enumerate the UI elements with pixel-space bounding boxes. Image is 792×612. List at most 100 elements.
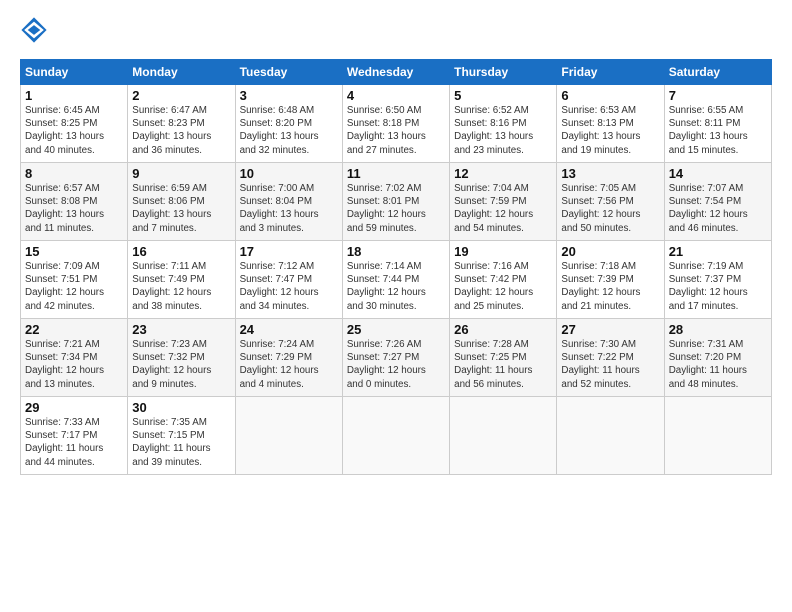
calendar-cell: 22Sunrise: 7:21 AM Sunset: 7:34 PM Dayli… [21, 319, 128, 397]
calendar-table: SundayMondayTuesdayWednesdayThursdayFrid… [20, 59, 772, 475]
day-number: 18 [347, 244, 445, 259]
day-number: 16 [132, 244, 230, 259]
day-number: 11 [347, 166, 445, 181]
day-number: 2 [132, 88, 230, 103]
calendar-cell: 19Sunrise: 7:16 AM Sunset: 7:42 PM Dayli… [450, 241, 557, 319]
calendar-cell [450, 397, 557, 475]
day-info: Sunrise: 7:26 AM Sunset: 7:27 PM Dayligh… [347, 338, 445, 391]
calendar-cell: 8Sunrise: 6:57 AM Sunset: 8:08 PM Daylig… [21, 163, 128, 241]
day-info: Sunrise: 7:04 AM Sunset: 7:59 PM Dayligh… [454, 182, 552, 235]
calendar-cell: 30Sunrise: 7:35 AM Sunset: 7:15 PM Dayli… [128, 397, 235, 475]
calendar-cell: 4Sunrise: 6:50 AM Sunset: 8:18 PM Daylig… [342, 85, 449, 163]
day-number: 14 [669, 166, 767, 181]
day-header-tuesday: Tuesday [235, 60, 342, 85]
day-header-sunday: Sunday [21, 60, 128, 85]
day-number: 1 [25, 88, 123, 103]
calendar-cell: 3Sunrise: 6:48 AM Sunset: 8:20 PM Daylig… [235, 85, 342, 163]
day-info: Sunrise: 6:45 AM Sunset: 8:25 PM Dayligh… [25, 104, 123, 157]
calendar-cell: 1Sunrise: 6:45 AM Sunset: 8:25 PM Daylig… [21, 85, 128, 163]
day-info: Sunrise: 6:52 AM Sunset: 8:16 PM Dayligh… [454, 104, 552, 157]
calendar-cell: 26Sunrise: 7:28 AM Sunset: 7:25 PM Dayli… [450, 319, 557, 397]
calendar-cell [664, 397, 771, 475]
day-number: 24 [240, 322, 338, 337]
day-info: Sunrise: 6:53 AM Sunset: 8:13 PM Dayligh… [561, 104, 659, 157]
week-row-4: 22Sunrise: 7:21 AM Sunset: 7:34 PM Dayli… [21, 319, 772, 397]
header [20, 16, 772, 51]
logo [20, 16, 48, 51]
day-info: Sunrise: 7:35 AM Sunset: 7:15 PM Dayligh… [132, 416, 230, 469]
calendar-cell: 15Sunrise: 7:09 AM Sunset: 7:51 PM Dayli… [21, 241, 128, 319]
calendar-cell: 10Sunrise: 7:00 AM Sunset: 8:04 PM Dayli… [235, 163, 342, 241]
day-info: Sunrise: 6:57 AM Sunset: 8:08 PM Dayligh… [25, 182, 123, 235]
day-number: 27 [561, 322, 659, 337]
day-number: 5 [454, 88, 552, 103]
calendar-cell: 24Sunrise: 7:24 AM Sunset: 7:29 PM Dayli… [235, 319, 342, 397]
calendar-cell: 16Sunrise: 7:11 AM Sunset: 7:49 PM Dayli… [128, 241, 235, 319]
day-info: Sunrise: 6:55 AM Sunset: 8:11 PM Dayligh… [669, 104, 767, 157]
day-number: 17 [240, 244, 338, 259]
day-number: 28 [669, 322, 767, 337]
day-info: Sunrise: 7:28 AM Sunset: 7:25 PM Dayligh… [454, 338, 552, 391]
day-info: Sunrise: 7:05 AM Sunset: 7:56 PM Dayligh… [561, 182, 659, 235]
day-number: 7 [669, 88, 767, 103]
day-number: 22 [25, 322, 123, 337]
week-row-5: 29Sunrise: 7:33 AM Sunset: 7:17 PM Dayli… [21, 397, 772, 475]
day-info: Sunrise: 7:00 AM Sunset: 8:04 PM Dayligh… [240, 182, 338, 235]
day-number: 19 [454, 244, 552, 259]
day-info: Sunrise: 7:12 AM Sunset: 7:47 PM Dayligh… [240, 260, 338, 313]
calendar-cell: 6Sunrise: 6:53 AM Sunset: 8:13 PM Daylig… [557, 85, 664, 163]
calendar-page: SundayMondayTuesdayWednesdayThursdayFrid… [0, 0, 792, 485]
day-number: 6 [561, 88, 659, 103]
day-number: 13 [561, 166, 659, 181]
day-info: Sunrise: 7:23 AM Sunset: 7:32 PM Dayligh… [132, 338, 230, 391]
calendar-cell [235, 397, 342, 475]
calendar-cell: 5Sunrise: 6:52 AM Sunset: 8:16 PM Daylig… [450, 85, 557, 163]
calendar-cell: 25Sunrise: 7:26 AM Sunset: 7:27 PM Dayli… [342, 319, 449, 397]
day-info: Sunrise: 7:30 AM Sunset: 7:22 PM Dayligh… [561, 338, 659, 391]
day-number: 26 [454, 322, 552, 337]
day-number: 25 [347, 322, 445, 337]
day-info: Sunrise: 7:02 AM Sunset: 8:01 PM Dayligh… [347, 182, 445, 235]
day-info: Sunrise: 6:50 AM Sunset: 8:18 PM Dayligh… [347, 104, 445, 157]
calendar-cell [557, 397, 664, 475]
day-info: Sunrise: 7:18 AM Sunset: 7:39 PM Dayligh… [561, 260, 659, 313]
day-info: Sunrise: 6:48 AM Sunset: 8:20 PM Dayligh… [240, 104, 338, 157]
calendar-cell: 11Sunrise: 7:02 AM Sunset: 8:01 PM Dayli… [342, 163, 449, 241]
day-number: 9 [132, 166, 230, 181]
day-info: Sunrise: 7:14 AM Sunset: 7:44 PM Dayligh… [347, 260, 445, 313]
day-info: Sunrise: 6:59 AM Sunset: 8:06 PM Dayligh… [132, 182, 230, 235]
day-info: Sunrise: 7:07 AM Sunset: 7:54 PM Dayligh… [669, 182, 767, 235]
day-info: Sunrise: 7:21 AM Sunset: 7:34 PM Dayligh… [25, 338, 123, 391]
calendar-cell: 23Sunrise: 7:23 AM Sunset: 7:32 PM Dayli… [128, 319, 235, 397]
day-info: Sunrise: 7:11 AM Sunset: 7:49 PM Dayligh… [132, 260, 230, 313]
calendar-cell: 17Sunrise: 7:12 AM Sunset: 7:47 PM Dayli… [235, 241, 342, 319]
calendar-body: 1Sunrise: 6:45 AM Sunset: 8:25 PM Daylig… [21, 85, 772, 475]
calendar-cell: 29Sunrise: 7:33 AM Sunset: 7:17 PM Dayli… [21, 397, 128, 475]
day-header-friday: Friday [557, 60, 664, 85]
calendar-cell: 7Sunrise: 6:55 AM Sunset: 8:11 PM Daylig… [664, 85, 771, 163]
day-info: Sunrise: 6:47 AM Sunset: 8:23 PM Dayligh… [132, 104, 230, 157]
day-number: 29 [25, 400, 123, 415]
day-number: 23 [132, 322, 230, 337]
day-info: Sunrise: 7:16 AM Sunset: 7:42 PM Dayligh… [454, 260, 552, 313]
week-row-1: 1Sunrise: 6:45 AM Sunset: 8:25 PM Daylig… [21, 85, 772, 163]
day-info: Sunrise: 7:24 AM Sunset: 7:29 PM Dayligh… [240, 338, 338, 391]
day-number: 21 [669, 244, 767, 259]
day-info: Sunrise: 7:09 AM Sunset: 7:51 PM Dayligh… [25, 260, 123, 313]
day-header-saturday: Saturday [664, 60, 771, 85]
day-number: 12 [454, 166, 552, 181]
calendar-cell: 18Sunrise: 7:14 AM Sunset: 7:44 PM Dayli… [342, 241, 449, 319]
day-header-thursday: Thursday [450, 60, 557, 85]
day-number: 3 [240, 88, 338, 103]
calendar-cell: 12Sunrise: 7:04 AM Sunset: 7:59 PM Dayli… [450, 163, 557, 241]
calendar-cell: 9Sunrise: 6:59 AM Sunset: 8:06 PM Daylig… [128, 163, 235, 241]
day-number: 20 [561, 244, 659, 259]
day-number: 30 [132, 400, 230, 415]
week-row-3: 15Sunrise: 7:09 AM Sunset: 7:51 PM Dayli… [21, 241, 772, 319]
day-number: 10 [240, 166, 338, 181]
day-header-wednesday: Wednesday [342, 60, 449, 85]
calendar-cell: 2Sunrise: 6:47 AM Sunset: 8:23 PM Daylig… [128, 85, 235, 163]
day-number: 8 [25, 166, 123, 181]
calendar-cell [342, 397, 449, 475]
day-number: 4 [347, 88, 445, 103]
